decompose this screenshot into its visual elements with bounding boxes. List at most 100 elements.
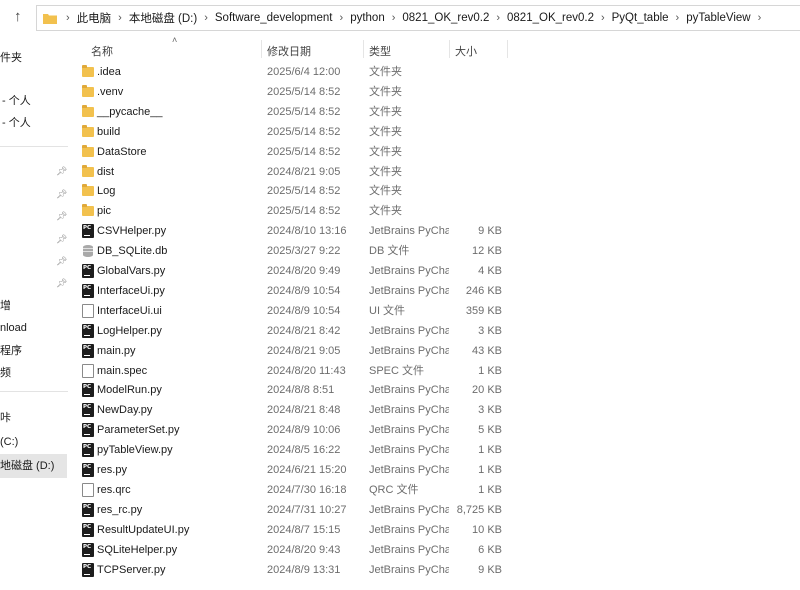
file-size: 12 KB: [472, 245, 502, 258]
chevron-right-icon[interactable]: ›: [758, 12, 762, 24]
file-row[interactable]: main.py 2024/8/21 9:05 JetBrains PyChar...…: [78, 341, 508, 361]
sidebar-item-drive-d[interactable]: 地磁盘 (D:): [0, 456, 54, 476]
file-type: JetBrains PyChar...: [369, 284, 449, 297]
breadcrumb-item[interactable]: 0821_OK_rev0.2: [507, 12, 594, 24]
address-bar[interactable]: › 此电脑 › 本地磁盘 (D:) › Software_development › pyth…: [36, 5, 800, 31]
file-row[interactable]: dist 2024/8/21 9:05 文件夹: [78, 162, 508, 182]
sidebar-item-gallery[interactable]: 增: [0, 296, 11, 316]
file-row[interactable]: .venv 2025/5/14 8:52 文件夹: [78, 82, 508, 102]
file-row[interactable]: ResultUpdateUI.py 2024/8/7 15:15 JetBrains…: [78, 520, 508, 540]
chevron-right-icon[interactable]: ›: [340, 12, 344, 24]
sidebar-item-drive-c[interactable]: (C:): [0, 432, 18, 452]
column-header-type[interactable]: 类型: [369, 43, 391, 59]
chevron-right-icon[interactable]: ›: [66, 12, 70, 24]
file-row[interactable]: NewDay.py 2024/8/21 8:48 JetBrains PyChar.…: [78, 400, 508, 420]
file-modified-date: 2024/8/7 15:15: [267, 523, 341, 536]
sidebar-item-onedrive-personal[interactable]: - 个人: [2, 91, 31, 111]
pycharm-file-icon: [82, 423, 94, 438]
pycharm-file-icon: [82, 383, 94, 398]
column-header-size[interactable]: 大小: [455, 43, 477, 59]
breadcrumb-item[interactable]: PyQt_table: [612, 12, 669, 24]
column-divider[interactable]: [261, 40, 262, 58]
file-size: 20 KB: [472, 384, 502, 397]
file-row[interactable]: ModelRun.py 2024/8/8 8:51 JetBrains PyChar…: [78, 380, 508, 400]
column-divider[interactable]: [449, 40, 450, 58]
file-modified-date: 2024/8/21 9:05: [267, 165, 341, 178]
column-header-name[interactable]: 名称: [91, 43, 113, 59]
breadcrumb-item[interactable]: Software_development: [215, 12, 333, 24]
pin-icon: 📌︎: [56, 189, 68, 199]
file-modified-date: 2024/6/21 15:20: [267, 464, 347, 476]
folder-icon: [43, 13, 57, 24]
breadcrumb-item[interactable]: 此电脑: [77, 10, 112, 26]
chevron-right-icon[interactable]: ›: [601, 12, 605, 24]
pycharm-file-icon: [82, 403, 94, 418]
chevron-right-icon[interactable]: ›: [204, 12, 208, 24]
up-arrow-icon[interactable]: ↑: [14, 9, 28, 25]
breadcrumb-item[interactable]: pyTableView: [686, 12, 750, 24]
file-row[interactable]: Log 2025/5/14 8:52 文件夹: [78, 181, 508, 201]
file-size: 9 KB: [478, 563, 502, 576]
column-header-date[interactable]: 修改日期: [267, 43, 311, 59]
sidebar-item-videos[interactable]: 频: [0, 363, 11, 383]
file-row[interactable]: ParameterSet.py 2024/8/9 10:06 JetBrains P…: [78, 420, 508, 440]
column-divider[interactable]: [507, 40, 508, 58]
file-row[interactable]: TCPServer.py 2024/8/9 13:31 JetBrains PyCh…: [78, 560, 508, 580]
file-modified-date: 2024/8/9 13:31: [267, 563, 341, 576]
breadcrumb-item[interactable]: 0821_OK_rev0.2: [402, 12, 489, 24]
file-name: CSVHelper.py: [97, 225, 167, 238]
file-modified-date: 2025/6/4 12:00: [267, 66, 341, 78]
file-modified-date: 2024/8/21 8:42: [267, 324, 341, 337]
sidebar-item-onedrive-personal-2[interactable]: - 个人: [2, 113, 31, 133]
chevron-right-icon[interactable]: ›: [118, 12, 122, 24]
breadcrumb-item[interactable]: python: [350, 12, 385, 24]
pycharm-file-icon: [82, 463, 94, 477]
file-row[interactable]: pic 2025/5/14 8:52 文件夹: [78, 201, 508, 221]
chevron-right-icon[interactable]: ›: [496, 12, 500, 24]
file-row[interactable]: __pycache__ 2025/5/14 8:52 文件夹: [78, 102, 508, 122]
column-header: ˄ 名称 修改日期 类型 大小: [78, 35, 508, 62]
file-type: UI 文件: [369, 304, 406, 317]
file-row[interactable]: build 2025/5/14 8:52 文件夹: [78, 122, 508, 142]
file-name: Log: [97, 185, 116, 198]
file-name: .idea: [97, 66, 121, 78]
file-row[interactable]: DB_SQLite.db 2025/3/27 9:22 DB 文件 12 KB: [78, 241, 508, 261]
file-modified-date: 2025/5/14 8:52: [267, 185, 341, 198]
file-modified-date: 2024/8/21 8:48: [267, 404, 341, 417]
file-row[interactable]: InterfaceUi.py 2024/8/9 10:54 JetBrains Py…: [78, 281, 508, 301]
file-modified-date: 2024/8/5 16:22: [267, 444, 341, 457]
pycharm-file-icon: [82, 443, 94, 458]
file-size: 3 KB: [478, 404, 502, 417]
file-modified-date: 2024/8/9 10:06: [267, 424, 341, 437]
file-modified-date: 2025/5/14 8:52: [267, 85, 341, 98]
sidebar-item-downloads[interactable]: nload: [0, 318, 27, 338]
file-name: GlobalVars.py: [97, 265, 166, 277]
file-row[interactable]: SQLiteHelper.py 2024/8/20 9:43 JetBrains P…: [78, 540, 508, 560]
file-row[interactable]: res.py 2024/6/21 15:20 JetBrains PyChar...…: [78, 460, 508, 480]
file-name: NewDay.py: [97, 404, 153, 417]
file-row[interactable]: res_rc.py 2024/7/31 10:27 JetBrains PyChar…: [78, 500, 508, 520]
file-row[interactable]: InterfaceUi.ui 2024/8/9 10:54 UI 文件 359 KB: [78, 301, 508, 321]
file-row[interactable]: CSVHelper.py 2024/8/10 13:16 JetBrains PyC…: [78, 221, 508, 241]
chevron-right-icon[interactable]: ›: [676, 12, 680, 24]
sidebar-item-this-pc[interactable]: 咔: [0, 408, 11, 428]
sidebar-item-folder[interactable]: 件夹: [0, 48, 22, 68]
sidebar-item-programs[interactable]: 程序: [0, 341, 22, 361]
file-row[interactable]: DataStore 2025/5/14 8:52 文件夹: [78, 142, 508, 162]
file-row[interactable]: main.spec 2024/8/20 11:43 SPEC 文件 1 KB: [78, 361, 508, 381]
folder-icon: [82, 164, 94, 179]
folder-icon: [82, 65, 94, 79]
file-row[interactable]: LogHelper.py 2024/8/21 8:42 JetBrains PyCh…: [78, 321, 508, 341]
file-row[interactable]: .idea 2025/6/4 12:00 文件夹: [78, 62, 508, 82]
file-row[interactable]: res.qrc 2024/7/30 16:18 QRC 文件 1 KB: [78, 480, 508, 500]
breadcrumb-item[interactable]: 本地磁盘 (D:): [129, 10, 197, 26]
file-size: 1 KB: [478, 483, 502, 496]
file-row[interactable]: pyTableView.py 2024/8/5 16:22 JetBrains Py…: [78, 440, 508, 460]
file-name: TCPServer.py: [97, 563, 166, 576]
file-type: SPEC 文件: [369, 364, 425, 377]
file-icon: [82, 482, 94, 497]
column-divider[interactable]: [363, 40, 364, 58]
file-type: JetBrains PyChar...: [369, 404, 449, 417]
chevron-right-icon[interactable]: ›: [392, 12, 396, 24]
file-row[interactable]: GlobalVars.py 2024/8/20 9:49 JetBrains PyC…: [78, 261, 508, 281]
